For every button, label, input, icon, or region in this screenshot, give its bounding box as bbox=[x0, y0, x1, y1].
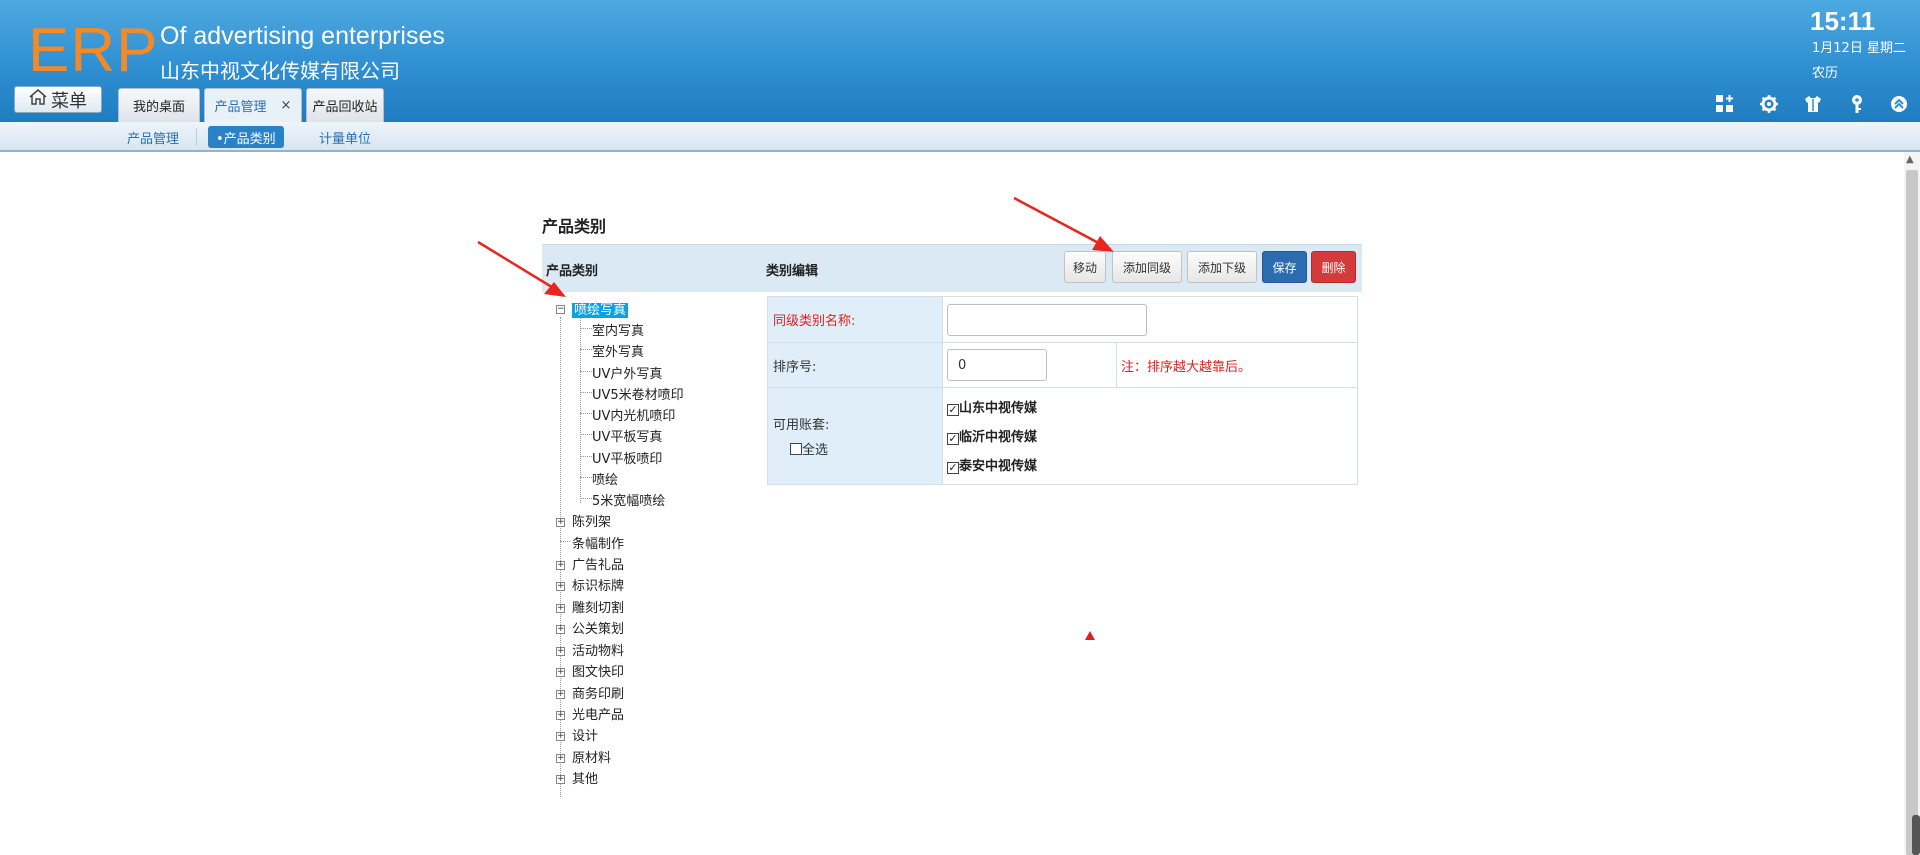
tree-node[interactable]: 公关策划 bbox=[572, 618, 624, 637]
shirt-icon[interactable] bbox=[1802, 93, 1824, 115]
clock-time: 15:11 bbox=[1810, 6, 1876, 36]
tree-node[interactable]: 喷绘 bbox=[592, 469, 618, 488]
home-icon bbox=[29, 89, 47, 110]
account-checkbox[interactable]: ✓ bbox=[947, 433, 959, 445]
account-checkbox[interactable]: ✓ bbox=[947, 462, 959, 474]
account-label: 泰安中视传媒 bbox=[959, 459, 1038, 474]
accounts-label: 可用账套: bbox=[773, 418, 830, 433]
subnav-product-management[interactable]: 产品管理 bbox=[127, 126, 179, 148]
account-checkbox[interactable]: ✓ bbox=[947, 404, 959, 416]
tab-product-recycle[interactable]: 产品回收站 bbox=[306, 88, 384, 122]
tree-node[interactable]: 光电产品 bbox=[572, 704, 624, 723]
bottom-handle[interactable] bbox=[1912, 815, 1920, 855]
delete-button[interactable]: 删除 bbox=[1311, 251, 1356, 283]
subnav-divider bbox=[196, 128, 197, 146]
close-icon[interactable]: × bbox=[281, 98, 292, 113]
scroll-up-icon[interactable]: ▲ bbox=[1906, 154, 1914, 165]
app-logo: ERP bbox=[28, 16, 159, 85]
tab-my-desktop[interactable]: 我的桌面 bbox=[118, 88, 200, 122]
tree-node[interactable]: 原材料 bbox=[572, 747, 611, 766]
add-child-button[interactable]: 添加下级 bbox=[1187, 251, 1257, 283]
collapse-icon[interactable]: − bbox=[556, 305, 565, 314]
move-button[interactable]: 移动 bbox=[1064, 251, 1106, 283]
select-all-checkbox[interactable] bbox=[790, 443, 802, 455]
accounts-label-cell: 可用账套: 全选 bbox=[767, 387, 943, 485]
name-label-cell: 同级类别名称: bbox=[767, 296, 943, 343]
menu-button[interactable]: 菜单 bbox=[14, 86, 102, 113]
tree-node[interactable]: 条幅制作 bbox=[572, 533, 624, 552]
tree-node[interactable]: UV户外写真 bbox=[592, 363, 662, 382]
tab-label: 产品回收站 bbox=[312, 100, 378, 115]
tree-node[interactable]: 雕刻切割 bbox=[572, 597, 624, 616]
expand-icon[interactable]: + bbox=[556, 625, 565, 634]
editor-header: 类别编辑 bbox=[766, 264, 819, 279]
account-option[interactable]: ✓泰安中视传媒 bbox=[947, 455, 1357, 474]
category-edit-form: 同级类别名称: 排序号: 0 注：排序越大越靠后。 可用账套: 全选 ✓山东中视… bbox=[767, 296, 1358, 485]
order-note: 注：排序越大越靠后。 bbox=[1121, 359, 1252, 375]
tab-label: 产品管理 bbox=[214, 100, 267, 115]
tree-node[interactable]: 设计 bbox=[572, 725, 598, 744]
tree-node[interactable]: UV平板写真 bbox=[592, 426, 662, 445]
expand-icon[interactable]: + bbox=[556, 668, 565, 677]
tab-product-management[interactable]: 产品管理 × bbox=[204, 88, 302, 122]
tree-node[interactable]: 商务印刷 bbox=[572, 683, 624, 702]
select-all-option[interactable]: 全选 bbox=[790, 439, 942, 458]
account-option[interactable]: ✓临沂中视传媒 bbox=[947, 426, 1357, 445]
tree-node[interactable]: 广告礼品 bbox=[572, 554, 624, 573]
expand-icon[interactable]: + bbox=[556, 711, 565, 720]
menu-button-label: 菜单 bbox=[51, 90, 87, 112]
expand-icon[interactable]: + bbox=[556, 582, 565, 591]
app-name-en: Of advertising enterprises bbox=[160, 22, 445, 50]
tree-header: 产品类别 bbox=[546, 264, 599, 279]
page-title: 产品类别 bbox=[542, 217, 607, 236]
expand-icon[interactable]: + bbox=[556, 690, 565, 699]
tree-node[interactable]: 标识标牌 bbox=[572, 575, 624, 594]
key-icon[interactable] bbox=[1846, 93, 1868, 115]
subnav-product-category[interactable]: •产品类别 bbox=[208, 126, 284, 148]
expand-icon[interactable]: + bbox=[556, 732, 565, 741]
expand-icon[interactable]: + bbox=[556, 561, 565, 570]
add-sibling-button[interactable]: 添加同级 bbox=[1112, 251, 1182, 283]
gear-icon[interactable] bbox=[1758, 93, 1780, 115]
tree-node[interactable]: 5米宽幅喷绘 bbox=[592, 490, 665, 509]
name-label: 同级类别名称: bbox=[773, 314, 856, 329]
tree-node[interactable]: 室内写真 bbox=[592, 320, 644, 339]
tree-node[interactable]: 其他 bbox=[572, 768, 598, 787]
expand-icon[interactable]: + bbox=[556, 775, 565, 784]
account-label: 山东中视传媒 bbox=[959, 401, 1038, 416]
scrollbar-thumb[interactable] bbox=[1906, 170, 1918, 855]
clock-date: 1月12日 星期二 bbox=[1812, 41, 1906, 56]
tree-node-selected[interactable]: 喷绘写真 bbox=[572, 299, 629, 318]
expand-icon[interactable]: + bbox=[556, 604, 565, 613]
tree-line bbox=[560, 541, 570, 542]
company-name: 山东中视文化传媒有限公司 bbox=[160, 59, 400, 83]
red-triangle-marker bbox=[1085, 631, 1095, 640]
lunar-calendar: 农历 bbox=[1812, 66, 1839, 81]
expand-icon[interactable]: + bbox=[556, 754, 565, 763]
save-button[interactable]: 保存 bbox=[1262, 251, 1307, 283]
tree-node[interactable]: 室外写真 bbox=[592, 341, 644, 360]
top-header: ERP Of advertising enterprises 山东中视文化传媒有… bbox=[0, 0, 1920, 122]
tree-node[interactable]: UV内光机喷印 bbox=[592, 405, 675, 424]
sub-navigation: 产品管理 •产品类别 计量单位 bbox=[0, 122, 1920, 152]
select-all-label: 全选 bbox=[802, 443, 829, 458]
grid-add-icon[interactable] bbox=[1714, 93, 1736, 115]
tree-node[interactable]: 图文快印 bbox=[572, 661, 624, 680]
tab-label: 我的桌面 bbox=[132, 100, 185, 115]
tree-line bbox=[580, 317, 581, 503]
subnav-unit[interactable]: 计量单位 bbox=[319, 126, 371, 148]
expand-icon[interactable]: + bbox=[556, 647, 565, 656]
expand-icon[interactable]: + bbox=[556, 518, 565, 527]
tree-node[interactable]: 陈列架 bbox=[572, 511, 611, 530]
chevron-up-circle-icon[interactable] bbox=[1888, 93, 1910, 115]
category-name-input[interactable] bbox=[947, 303, 1147, 336]
account-label: 临沂中视传媒 bbox=[959, 430, 1038, 445]
tree-node[interactable]: 活动物料 bbox=[572, 640, 624, 659]
tree-line bbox=[560, 317, 561, 797]
order-input[interactable]: 0 bbox=[947, 349, 1047, 381]
tree-node[interactable]: UV5米卷材喷印 bbox=[592, 384, 684, 403]
tree-node[interactable]: UV平板喷印 bbox=[592, 448, 662, 467]
order-label: 排序号: bbox=[767, 342, 943, 388]
account-option[interactable]: ✓山东中视传媒 bbox=[947, 397, 1357, 416]
